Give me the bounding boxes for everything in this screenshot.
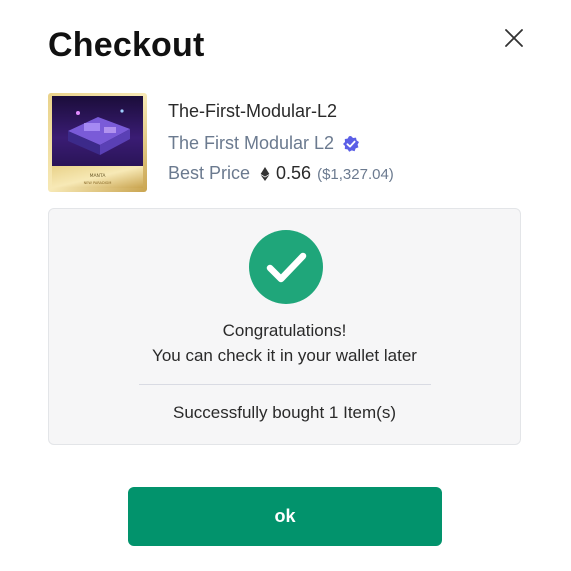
thumbnail-subcaption: NEW PARADIGM: [84, 181, 112, 185]
congrats-text: Congratulations!: [222, 321, 347, 340]
checkmark-circle-icon: [249, 230, 323, 304]
price-eth: 0.56: [276, 163, 312, 183]
price-usd: ($1,327.04): [317, 166, 394, 183]
dialog-title: Checkout: [48, 26, 205, 64]
success-panel: Congratulations! You can check it in you…: [48, 208, 521, 445]
collection-row: The First Modular L2: [168, 133, 360, 154]
price-label: Best Price: [168, 163, 251, 183]
nft-thumbnail: MANTA NEW PARADIGM: [48, 93, 147, 192]
close-icon[interactable]: [500, 24, 528, 52]
wallet-note-text: You can check it in your wallet later: [152, 346, 417, 365]
collection-link[interactable]: The First Modular L2: [168, 133, 334, 154]
item-name: The-First-Modular-L2: [168, 101, 338, 121]
verified-badge-icon: [343, 135, 360, 152]
thumbnail-caption: MANTA: [90, 173, 107, 179]
purchase-summary: Successfully bought 1 Item(s): [173, 403, 396, 422]
price-row: Best Price 0.56 ($1,327.04): [168, 163, 394, 184]
divider: [139, 384, 431, 385]
eth-icon: [260, 166, 270, 181]
ok-button[interactable]: ok: [128, 487, 442, 546]
